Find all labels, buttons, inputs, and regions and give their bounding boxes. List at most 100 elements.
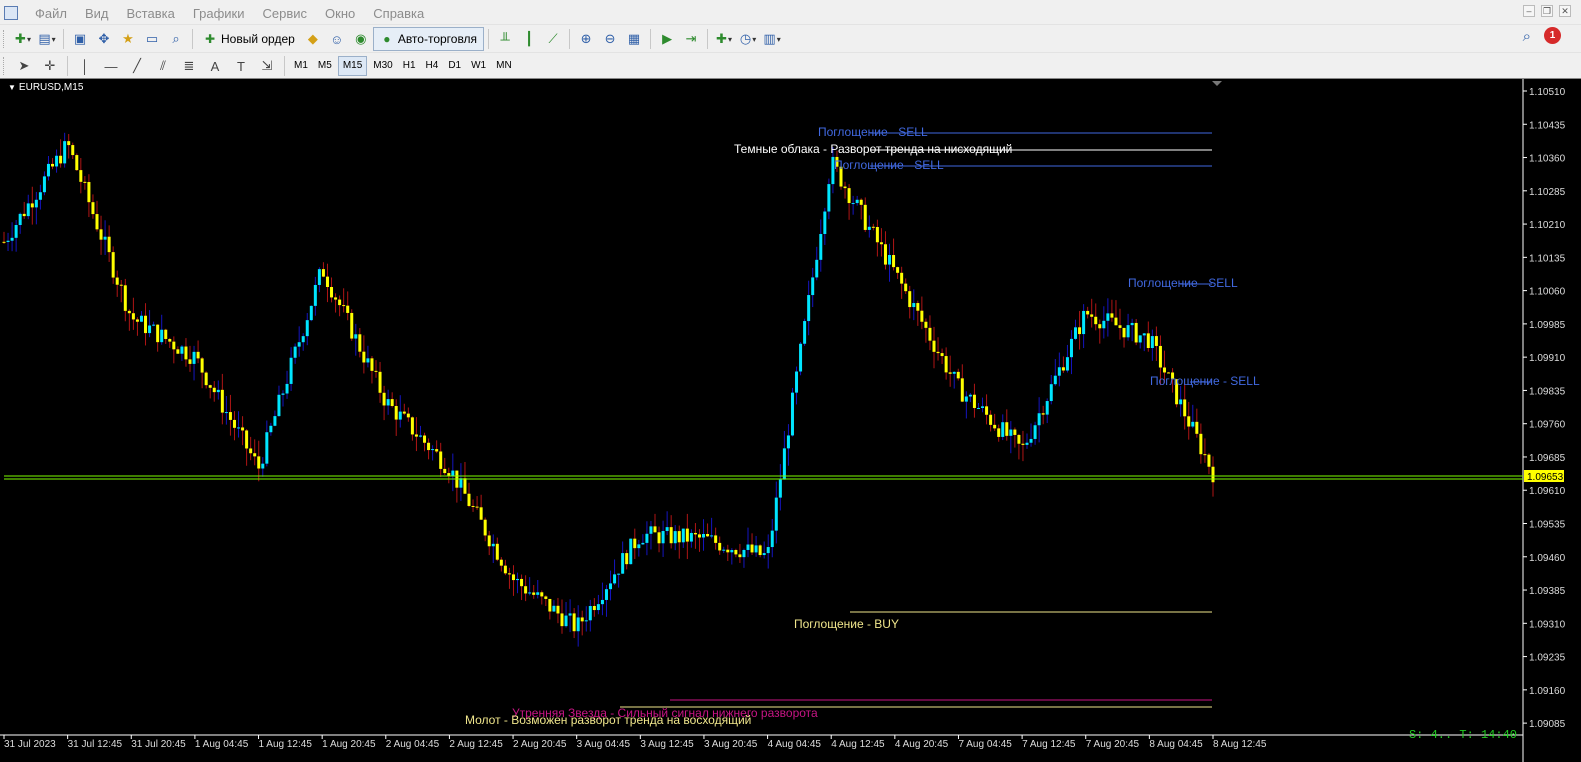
candle-body [366, 358, 370, 363]
restore-button[interactable]: ❐ [1541, 5, 1553, 17]
candle-body [265, 432, 269, 464]
menu-insert[interactable]: Вставка [118, 6, 184, 21]
time-tick-label: 7 Aug 12:45 [1022, 739, 1076, 750]
candle-body [241, 427, 245, 431]
profiles-icon[interactable]: ▤ [37, 29, 57, 49]
candle-body [1086, 310, 1090, 315]
candle-body [119, 284, 123, 286]
status-readout: S: 4.. T: 14:40 [1408, 728, 1517, 742]
candle-body [51, 163, 55, 167]
equidistant-channel-icon[interactable]: ⫽ [153, 56, 173, 76]
candle-body [427, 442, 431, 451]
chart-symbol-title[interactable]: ▼ EURUSD,M15 [8, 82, 83, 93]
candle-body [681, 528, 685, 543]
candle-body [1057, 367, 1061, 376]
market-watch-icon[interactable]: ▣ [70, 29, 90, 49]
chart-shift-icon[interactable]: ⇥ [681, 29, 701, 49]
candle-body [564, 615, 568, 627]
chart-window[interactable]: Поглощение - SELL Темные облака - Развор… [0, 78, 1581, 762]
annotation-sell-4: Поглощение - SELL [1150, 374, 1260, 388]
minimize-button[interactable]: – [1523, 5, 1535, 17]
timeframe-h4[interactable]: H4 [422, 57, 443, 75]
menu-view[interactable]: Вид [76, 6, 118, 21]
templates-icon[interactable]: ▥ [762, 29, 782, 49]
horizontal-line-icon[interactable]: — [101, 56, 121, 76]
candle-body [588, 606, 592, 621]
menu-file[interactable]: Файл [26, 6, 76, 21]
menu-charts[interactable]: Графики [184, 6, 254, 21]
close-button[interactable]: ✕ [1559, 5, 1571, 17]
zoom-out-icon[interactable]: ⊖ [600, 29, 620, 49]
toolbar-grip[interactable] [3, 57, 7, 75]
timeframe-mn[interactable]: MN [492, 57, 516, 75]
menu-window[interactable]: Окно [316, 6, 364, 21]
timeframe-w1[interactable]: W1 [467, 57, 490, 75]
chart-shift-marker[interactable] [1212, 81, 1222, 86]
price-chart[interactable]: Поглощение - SELL Темные облака - Развор… [0, 79, 1581, 762]
time-tick-label: 8 Aug 12:45 [1213, 739, 1267, 750]
candle-body [232, 419, 236, 428]
current-price-label: 1.09653 [1527, 472, 1564, 483]
bar-chart-icon[interactable]: ╨ [495, 29, 515, 49]
price-tick-label: 1.09085 [1529, 719, 1566, 730]
menu-help[interactable]: Справка [364, 6, 433, 21]
notification-badge[interactable]: 1 [1544, 27, 1561, 44]
timeframe-h1[interactable]: H1 [399, 57, 420, 75]
new-chart-icon[interactable]: ✚ [13, 29, 33, 49]
experts-icon[interactable]: ☺ [327, 29, 347, 49]
candle-body [245, 430, 249, 449]
arrows-icon[interactable]: ⇲ [257, 56, 277, 76]
fibonacci-icon[interactable]: ≣ [179, 56, 199, 76]
strategy-tester-icon[interactable]: ⌕ [166, 29, 186, 49]
timeframe-d1[interactable]: D1 [444, 57, 465, 75]
timeframe-m30[interactable]: M30 [369, 57, 396, 75]
candle-body [584, 620, 588, 622]
line-chart-icon[interactable]: ⟋ [543, 29, 563, 49]
candle-body [103, 236, 107, 240]
candlestick-icon[interactable]: ┃ [519, 29, 539, 49]
candle-body [1179, 399, 1183, 405]
candle-body [1106, 313, 1110, 321]
text-label-icon[interactable]: T [231, 56, 251, 76]
crosshair-icon[interactable]: ✛ [40, 56, 60, 76]
timeframe-m15[interactable]: M15 [337, 56, 368, 76]
search-icon[interactable]: ⌕ [1523, 28, 1531, 45]
candle-body [932, 340, 936, 352]
candle-body [916, 303, 920, 311]
candle-body [123, 285, 127, 311]
toolbar-grip[interactable] [3, 30, 7, 48]
navigator-icon[interactable]: ★ [118, 29, 138, 49]
data-window-icon[interactable]: ✥ [94, 29, 114, 49]
cursor-icon[interactable]: ➤ [14, 56, 34, 76]
candle-body [350, 312, 354, 339]
candle-body [237, 427, 241, 429]
candle-body [168, 338, 172, 342]
zoom-in-icon[interactable]: ⊕ [576, 29, 596, 49]
tile-windows-icon[interactable]: ▦ [624, 29, 644, 49]
timeframe-m1[interactable]: M1 [290, 57, 312, 75]
autoscroll-icon[interactable]: ▶ [657, 29, 677, 49]
trendline-icon[interactable]: ╱ [127, 56, 147, 76]
candle-body [1162, 367, 1166, 373]
terminal-icon[interactable]: ▭ [142, 29, 162, 49]
periods-icon[interactable]: ◷ [738, 29, 758, 49]
timeframe-m5[interactable]: M5 [314, 57, 336, 75]
indicators-icon[interactable]: ✚ [714, 29, 734, 49]
new-order-button[interactable]: ✚ Новый ордер [197, 28, 301, 50]
candle-body [1114, 317, 1118, 326]
vertical-line-icon[interactable]: │ [75, 56, 95, 76]
candle-body [560, 613, 564, 627]
text-icon[interactable]: A [205, 56, 225, 76]
auto-trading-button[interactable]: ● Авто-торговля [372, 27, 485, 51]
candle-body [192, 351, 196, 364]
candle-body [596, 604, 600, 611]
candle-body [1053, 375, 1057, 385]
candle-body [1203, 454, 1207, 456]
candle-body [491, 543, 495, 547]
candle-body [398, 411, 402, 420]
annotation-buy: Поглощение - BUY [794, 617, 899, 631]
menu-tools[interactable]: Сервис [254, 6, 317, 21]
candle-body [883, 244, 887, 265]
metaeditor-icon[interactable]: ◆ [303, 29, 323, 49]
signals-icon[interactable]: ◉ [351, 29, 371, 49]
